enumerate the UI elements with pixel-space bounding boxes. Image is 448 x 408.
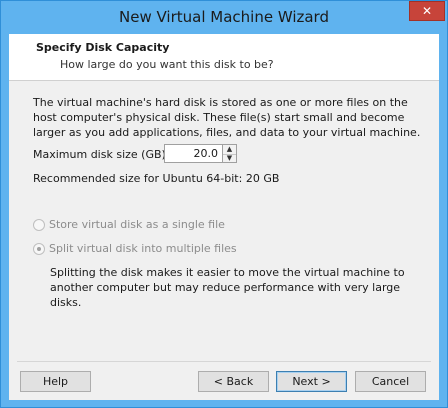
next-button[interactable]: Next > [276, 371, 347, 392]
recommended-size-text: Recommended size for Ubuntu 64-bit: 20 G… [33, 172, 280, 185]
radio-multiple-files-label: Split virtual disk into multiple files [49, 242, 237, 255]
wizard-window: New Virtual Machine Wizard ✕ Specify Dis… [0, 0, 448, 408]
back-button[interactable]: < Back [198, 371, 269, 392]
intro-text: The virtual machine's hard disk is store… [33, 96, 421, 139]
split-description: Splitting the disk makes it easier to mo… [50, 266, 405, 309]
page-title: Specify Disk Capacity [36, 41, 170, 54]
max-disk-size-label: Maximum disk size (GB): [33, 148, 170, 161]
page-subtitle: How large do you want this disk to be? [60, 58, 274, 71]
window-title: New Virtual Machine Wizard [119, 8, 329, 26]
wizard-client-area: Specify Disk Capacity How large do you w… [9, 34, 439, 400]
close-button[interactable]: ✕ [409, 1, 445, 21]
radio-multiple-files-indicator[interactable] [33, 242, 45, 255]
radio-single-file-label: Store virtual disk as a single file [49, 218, 225, 231]
max-disk-size-input[interactable]: 20.0 [164, 144, 223, 163]
close-icon: ✕ [421, 4, 433, 18]
cancel-button[interactable]: Cancel [355, 371, 426, 392]
radio-single-file-indicator[interactable] [33, 218, 45, 231]
footer-divider [17, 361, 431, 362]
title-bar[interactable]: New Virtual Machine Wizard ✕ [1, 1, 447, 34]
radio-multiple-files[interactable]: Split virtual disk into multiple files [33, 242, 237, 255]
wizard-header: Specify Disk Capacity How large do you w… [9, 34, 439, 81]
help-button[interactable]: Help [20, 371, 91, 392]
disk-size-spinner[interactable]: ▲ ▼ [223, 144, 237, 163]
radio-single-file[interactable]: Store virtual disk as a single file [33, 218, 225, 231]
spin-down-icon[interactable]: ▼ [223, 154, 236, 163]
